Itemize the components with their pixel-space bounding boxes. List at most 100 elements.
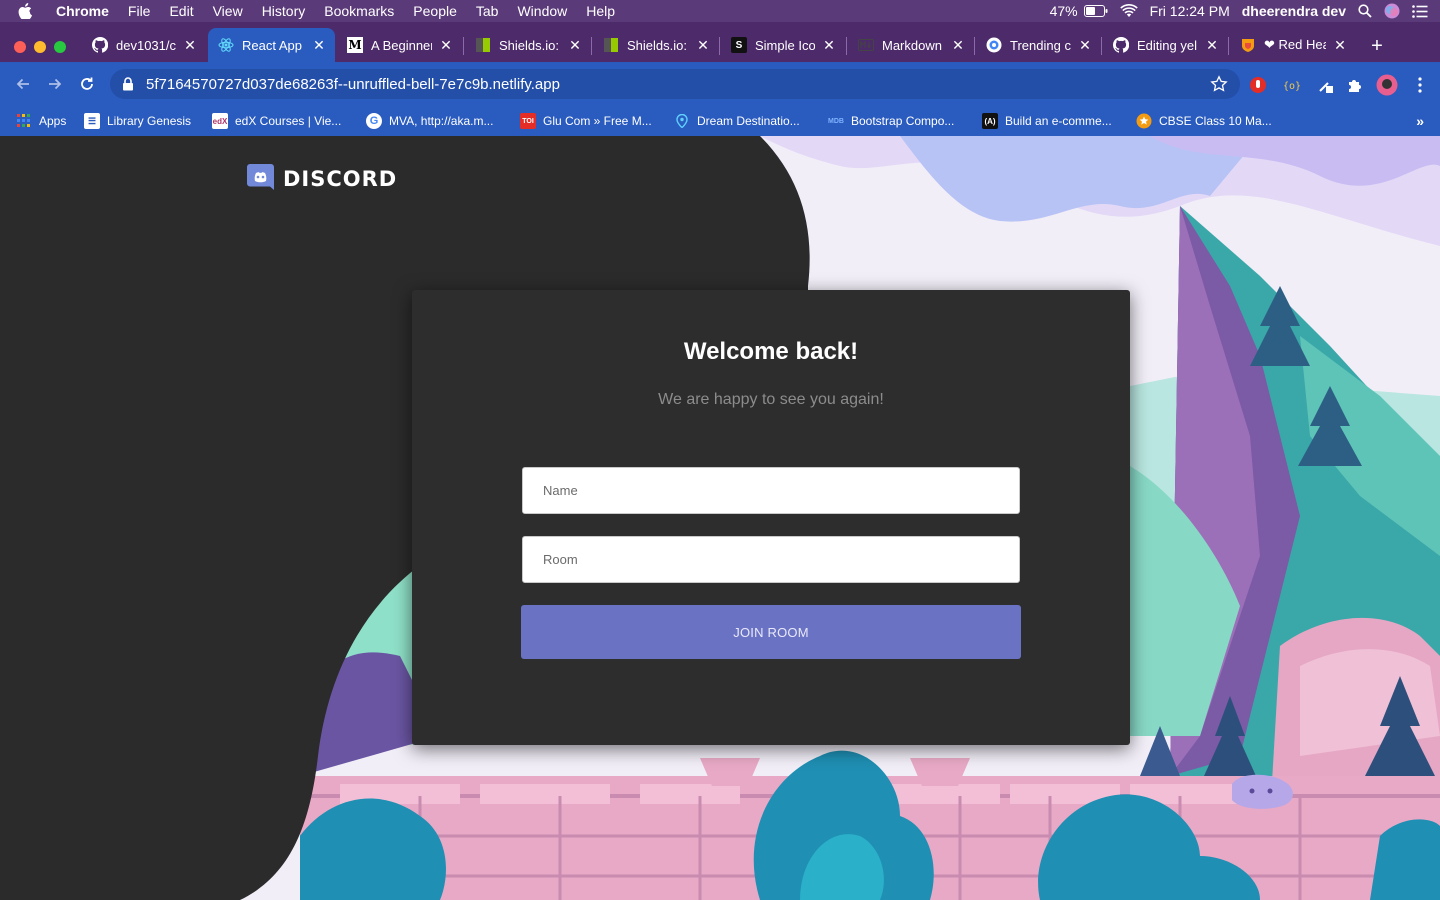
tab-title: ❤ Red Hea (1264, 37, 1326, 52)
edx-icon: edX (212, 113, 228, 129)
menu-bookmarks[interactable]: Bookmarks (324, 3, 394, 19)
close-tab-icon[interactable]: ✕ (1204, 37, 1220, 53)
extension-red-icon[interactable] (1248, 75, 1268, 95)
address-bar[interactable]: 5f7164570727d037de68263f--unruffled-bell… (110, 69, 1240, 99)
room-input[interactable] (522, 536, 1020, 583)
bookmark-label: Bootstrap Compo... (851, 114, 955, 128)
bookmark-label: MVA, http://aka.m... (389, 114, 494, 128)
extension-json-icon[interactable]: {o} (1281, 75, 1301, 95)
bookmark-ecommerce[interactable]: (A) Build an e-comme... (982, 113, 1112, 129)
name-input[interactable] (522, 467, 1020, 514)
reload-button[interactable] (76, 73, 98, 95)
battery-percent[interactable]: 47% (1050, 3, 1078, 19)
spotlight-search-icon[interactable] (1358, 4, 1372, 18)
close-tab-icon[interactable]: ✕ (1077, 37, 1093, 53)
bookmark-label: Apps (39, 114, 67, 128)
discord-wordmark: DISCORD (283, 167, 398, 191)
tab-medium-article[interactable]: M A Beginner ✕ (337, 28, 462, 62)
close-tab-icon[interactable]: ✕ (695, 37, 711, 53)
bookmark-mva[interactable]: G MVA, http://aka.m... (366, 113, 493, 129)
tab-title: Shields.io: (627, 37, 687, 53)
close-tab-icon[interactable]: ✕ (567, 37, 583, 53)
close-tab-icon[interactable]: ✕ (182, 37, 198, 53)
bookmark-label: Dream Destinatio... (697, 114, 800, 128)
bookmarks-bar: Apps ☰ Library Genesis edX edX Courses |… (0, 106, 1440, 136)
menu-window[interactable]: Window (517, 3, 567, 19)
browser-tab-strip: dev1031/ch ✕ React App ✕ M A Beginner ✕ … (0, 22, 1440, 62)
tab-title: dev1031/ch (116, 37, 176, 53)
battery-icon[interactable] (1083, 5, 1108, 17)
close-tab-icon[interactable]: ✕ (821, 37, 837, 53)
menu-app-name[interactable]: Chrome (56, 3, 109, 19)
apps-grid-icon (16, 113, 32, 129)
bookmark-dream-destination[interactable]: Dream Destinatio... (674, 113, 800, 129)
bookmarks-overflow-icon[interactable]: » (1416, 113, 1424, 129)
bookmark-library-genesis[interactable]: ☰ Library Genesis (84, 113, 191, 129)
discord-logo[interactable]: DISCORD (246, 162, 397, 196)
zoom-window-button[interactable] (54, 41, 66, 53)
close-tab-icon[interactable]: ✕ (438, 37, 454, 53)
wifi-icon[interactable] (1119, 4, 1138, 18)
close-tab-icon[interactable]: ✕ (1332, 37, 1348, 53)
angular-icon: (A) (982, 113, 998, 129)
siri-icon[interactable] (1384, 3, 1400, 19)
tab-separator (591, 37, 592, 55)
tab-markdown[interactable]: Markdown ✕ (848, 28, 974, 62)
menu-people[interactable]: People (413, 3, 457, 19)
svg-text:{o}: {o} (1283, 81, 1300, 92)
menubar-user-name[interactable]: dheerendra dev (1242, 3, 1346, 19)
menubar-clock[interactable]: Fri 12:24 PM (1150, 3, 1230, 19)
github-icon (1113, 37, 1129, 53)
bookmark-label: CBSE Class 10 Ma... (1159, 114, 1272, 128)
bookmark-glu-com[interactable]: TOI Glu Com » Free M... (520, 113, 652, 129)
bookmark-label: Glu Com » Free M... (543, 114, 652, 128)
tab-editing-yelp[interactable]: Editing yel ✕ (1103, 28, 1228, 62)
tab-separator (719, 37, 720, 55)
tab-shields-2[interactable]: Shields.io: ✕ (593, 28, 719, 62)
minimize-window-button[interactable] (34, 41, 46, 53)
react-icon (218, 37, 234, 53)
menu-file[interactable]: File (128, 3, 151, 19)
address-url[interactable]: 5f7164570727d037de68263f--unruffled-bell… (146, 76, 560, 93)
apple-icon[interactable] (18, 0, 38, 22)
notification-center-icon[interactable] (1412, 4, 1428, 18)
tab-github-chat[interactable]: dev1031/ch ✕ (82, 28, 206, 62)
tab-separator (846, 37, 847, 55)
menu-tab[interactable]: Tab (476, 3, 499, 19)
bookmark-label: edX Courses | Vie... (235, 114, 342, 128)
tab-title: Simple Icor (755, 37, 815, 53)
menu-help[interactable]: Help (586, 3, 615, 19)
tab-react-app[interactable]: React App ✕ (208, 28, 335, 62)
bookmark-apps[interactable]: Apps (16, 113, 66, 129)
tab-title: Editing yel (1137, 37, 1197, 53)
close-window-button[interactable] (14, 41, 26, 53)
join-room-button[interactable]: JOIN ROOM (521, 605, 1021, 659)
bookmark-cbse[interactable]: CBSE Class 10 Ma... (1136, 113, 1272, 129)
forward-button[interactable] (44, 73, 66, 95)
back-button[interactable] (12, 73, 34, 95)
github-icon (92, 37, 108, 53)
tab-shields-1[interactable]: Shields.io: ✕ (465, 28, 591, 62)
mdb-icon: MDB (828, 117, 844, 125)
tab-title: Trending c (1010, 37, 1071, 53)
menu-edit[interactable]: Edit (169, 3, 193, 19)
extension-eyedropper-icon[interactable] (1316, 75, 1336, 95)
close-tab-icon[interactable]: ✕ (950, 37, 966, 53)
profile-avatar[interactable] (1376, 74, 1398, 96)
new-tab-button[interactable]: + (1366, 35, 1388, 57)
close-tab-icon[interactable]: ✕ (311, 37, 327, 53)
menu-history[interactable]: History (262, 3, 306, 19)
menu-view[interactable]: View (213, 3, 243, 19)
chrome-menu-icon[interactable] (1410, 75, 1430, 95)
tab-simple-icons[interactable]: S Simple Icor ✕ (721, 28, 845, 62)
extensions-puzzle-icon[interactable] (1345, 75, 1365, 95)
web-page: DISCORD Welcome back! We are happy to se… (0, 136, 1440, 900)
location-pin-icon (674, 113, 690, 129)
bookmark-bootstrap[interactable]: MDB Bootstrap Compo... (828, 113, 954, 129)
tab-red-hearts[interactable]: ❤ Red Hea ✕ (1230, 28, 1356, 62)
bookmark-star-icon[interactable] (1210, 75, 1228, 93)
lock-icon[interactable] (122, 77, 136, 91)
tab-trending[interactable]: Trending c ✕ (976, 28, 1101, 62)
medium-icon: M (347, 37, 363, 53)
bookmark-edx[interactable]: edX edX Courses | Vie... (212, 113, 341, 129)
